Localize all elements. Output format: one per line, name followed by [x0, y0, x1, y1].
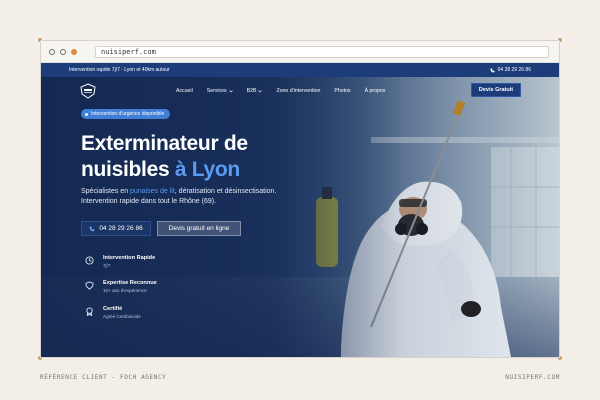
- feature-title: Certifié: [103, 306, 123, 312]
- window-control-maximize[interactable]: [71, 49, 77, 55]
- browser-chrome: nuisiperf.com: [41, 41, 559, 63]
- call-phone-label: 04 28 29 26 86: [99, 225, 143, 232]
- feature-title: Intervention Rapide: [103, 255, 156, 261]
- feature-subtitle: 10+ ans d'expérience: [103, 288, 147, 293]
- hero-title: Exterminateur de nuisibles à Lyon: [81, 131, 301, 183]
- urgency-badge-label: Intervention d'urgence disponible: [91, 111, 165, 117]
- clock-icon: [85, 256, 94, 265]
- online-quote-button[interactable]: Devis gratuit en ligne: [157, 221, 241, 236]
- urgency-badge: Intervention d'urgence disponible: [81, 109, 171, 119]
- website-viewport: Intervention rapide 7j/7 · Lyon et 40km …: [41, 63, 559, 357]
- nav-item-accueil[interactable]: Accueil: [176, 88, 193, 94]
- topbar-phone-number: 04 28 29 26 86: [497, 67, 531, 73]
- badge-icon: [86, 307, 93, 316]
- browser-window: nuisiperf.com Intervention rapide 7j/7 ·…: [40, 40, 560, 358]
- window-control-close[interactable]: [49, 49, 55, 55]
- nav-item-b2b[interactable]: B2B: [247, 88, 263, 94]
- address-bar[interactable]: nuisiperf.com: [95, 46, 549, 58]
- feature-subtitle: Agréé Certibiocide: [103, 314, 141, 319]
- nav-item-zone[interactable]: Zone d'intervention: [276, 88, 320, 94]
- hero-title-line1: Exterminateur de: [81, 132, 248, 155]
- call-phone-button[interactable]: 04 28 29 26 86: [81, 221, 151, 236]
- shield-icon: [85, 281, 94, 290]
- hero-section: Accueil Services B2B Zone d'intervention…: [41, 77, 559, 357]
- hero-description: Spécialistes en punaises de lit, dératis…: [81, 188, 277, 205]
- phone-icon: [89, 226, 95, 231]
- nav-item-services[interactable]: Services: [207, 88, 233, 94]
- feature-subtitle: 7j/7: [103, 263, 111, 268]
- hero-title-line2: nuisibles à Lyon: [81, 158, 240, 181]
- nav-item-photos[interactable]: Photos: [334, 88, 350, 94]
- topbar-phone[interactable]: 04 28 29 26 86: [490, 67, 531, 73]
- devis-gratuit-button[interactable]: Devis Gratuit: [471, 83, 521, 97]
- caption-site-url: NUISIPERF.COM: [505, 374, 560, 381]
- chevron-down-icon: [228, 89, 233, 92]
- status-dot-icon: [85, 112, 88, 116]
- topbar-tagline: Intervention rapide 7j/7 · Lyon et 40km …: [69, 67, 170, 73]
- chevron-down-icon: [258, 89, 263, 92]
- phone-icon: [490, 68, 495, 72]
- nav-links: Accueil Services B2B Zone d'intervention…: [176, 88, 385, 94]
- nav-item-a-propos[interactable]: À propos: [365, 88, 386, 94]
- caption-client-reference: RÉFÉRENCE CLIENT - FOCH AGENCY: [40, 374, 167, 381]
- feature-title: Expertise Reconnue: [103, 280, 157, 286]
- nuisiperf-logo[interactable]: [79, 83, 97, 99]
- window-control-minimize[interactable]: [60, 49, 66, 55]
- main-navigation: Accueil Services B2B Zone d'intervention…: [41, 77, 559, 107]
- top-info-bar: Intervention rapide 7j/7 · Lyon et 40km …: [41, 63, 559, 77]
